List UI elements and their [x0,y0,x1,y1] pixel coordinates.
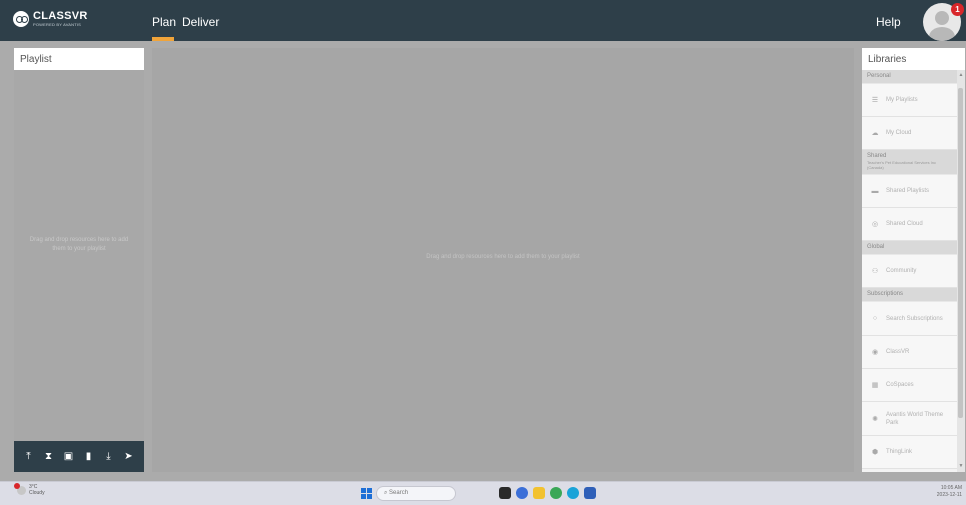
playlist-drop-area[interactable]: Drag and drop resources here to add them… [152,48,854,472]
library-item-label: My Cloud [886,130,912,136]
playlist-icon: ☰ [871,97,879,104]
user-head-icon [935,11,949,25]
section-global: Global [862,241,957,255]
windows-start-icon[interactable] [361,488,372,499]
playlist-empty-message: Drag and drop resources here to add them… [29,237,129,252]
scroll-up-icon[interactable]: ▲ [957,72,965,78]
library-item-avantis-world[interactable]: ✺ Avantis World Theme Park [862,402,957,436]
search-icon: ○ [872,315,878,322]
windows-taskbar: 3°C Cloudy ⌕ Search 10:05 AM 2023-12-11 [0,481,966,505]
help-link[interactable]: Help [876,15,901,29]
thinglink-icon: ⬢ [871,449,879,456]
scroll-down-icon[interactable]: ▼ [957,463,965,469]
library-item-label: Search Subscriptions [886,315,943,322]
folder-icon: ▬ [871,187,879,195]
community-icon: ⚇ [871,268,879,275]
libraries-scrollbar-thumb[interactable] [958,88,963,418]
library-item-label: Avantis World Theme Park [886,411,944,426]
library-item-my-playlists[interactable]: ☰ My Playlists [862,84,957,117]
section-shared: Shared Teacher's Pet Educational Service… [862,150,957,175]
weather-description: Cloudy [29,490,45,496]
chat-icon[interactable] [516,487,528,499]
top-navigation-bar: CLASSVR POWERED BY AVANTIS Plan Deliver … [0,0,966,41]
chrome-icon[interactable] [550,487,562,499]
weather-alert-icon [14,482,20,489]
library-item-classvr[interactable]: ◉ ClassVR [862,336,957,369]
shared-cloud-icon: ◎ [871,221,879,228]
taskbar-search-input[interactable]: ⌕ Search [376,486,456,501]
weather-cloud-icon [14,482,26,495]
logo-title: CLASSVR [33,10,88,22]
library-item-label: Community [886,268,917,274]
store-icon[interactable] [584,487,596,499]
playlist-title: Playlist [14,48,144,70]
tab-plan[interactable]: Plan [152,15,176,29]
drop-area-message: Drag and drop resources here to add them… [426,254,580,260]
file-explorer-icon[interactable] [533,487,545,499]
timer-icon[interactable]: ⧗ [43,451,54,462]
libraries-panel: Libraries Personal ☰ My Playlists ☁ My C… [862,48,965,472]
libraries-title: Libraries [862,48,965,70]
task-view-icon[interactable] [499,487,511,499]
edge-icon[interactable] [567,487,579,499]
download-icon[interactable]: ⤓ [103,451,114,462]
playlist-toolbar: ⤒ ⧗ ▣ ▮ ⤓ ➤ [14,441,144,472]
library-item-thinglink[interactable]: ⬢ ThingLink [862,436,957,469]
library-item-label: My Playlists [886,97,918,103]
active-tab-indicator [152,37,174,41]
avantis-world-icon: ✺ [872,415,878,423]
library-item-my-cloud[interactable]: ☁ My Cloud [862,117,957,150]
library-item-search-subscriptions[interactable]: ○ Search Subscriptions [862,302,957,336]
system-clock[interactable]: 10:05 AM 2023-12-11 [910,485,962,499]
library-item-label: CoSpaces [886,382,914,388]
library-item-label: Shared Playlists [886,188,930,194]
library-item-cospaces[interactable]: ▦ CoSpaces [862,369,957,402]
section-shared-organization: Teacher's Pet Educational Services Inc (… [867,160,937,170]
library-item-label: ClassVR [886,349,910,355]
upload-icon[interactable]: ⤒ [23,451,34,462]
library-item-label: Shared Cloud [886,221,923,227]
cloud-icon: ☁ [871,130,879,137]
send-icon[interactable]: ➤ [123,451,134,462]
classvr-icon: ◉ [871,349,879,356]
library-item-shared-playlists[interactable]: ▬ Shared Playlists [862,175,957,208]
delete-icon[interactable]: ▮ [83,451,94,462]
taskbar-search-placeholder: Search [389,490,409,496]
clock-time: 10:05 AM [940,485,962,491]
libraries-scrollbar[interactable]: ▲ ▼ [957,70,965,472]
classvr-logo[interactable]: CLASSVR POWERED BY AVANTIS [13,11,88,27]
playlist-panel: Playlist Drag and drop resources here to… [14,48,144,472]
notification-badge[interactable]: 1 [951,3,964,16]
save-icon[interactable]: ▣ [63,451,74,462]
section-personal: Personal [862,70,957,84]
tab-deliver[interactable]: Deliver [182,15,219,29]
library-item-label: ThingLink [886,449,913,455]
section-subscriptions: Subscriptions [862,288,957,302]
library-item-shared-cloud[interactable]: ◎ Shared Cloud [862,208,957,241]
libraries-list: Personal ☰ My Playlists ☁ My Cloud Share… [862,70,957,469]
weather-widget[interactable]: 3°C Cloudy [14,482,45,496]
section-shared-label: Shared [867,153,887,159]
cospaces-icon: ▦ [871,382,879,389]
logo-subtitle: POWERED BY AVANTIS [33,22,82,27]
user-body-icon [929,27,955,41]
library-item-community[interactable]: ⚇ Community [862,255,957,288]
classvr-logo-icon [13,11,29,27]
clock-date: 2023-12-11 [936,492,962,498]
